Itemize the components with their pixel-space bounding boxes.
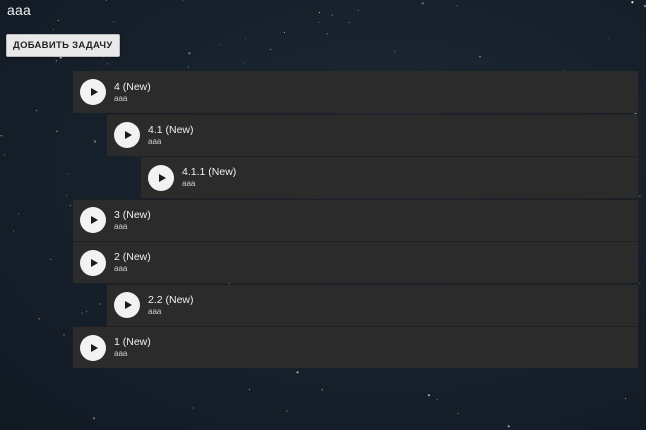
play-button[interactable] [80, 207, 106, 233]
task-description: aaa [182, 179, 196, 188]
play-icon [90, 216, 98, 224]
play-button[interactable] [114, 122, 140, 148]
task-row: 4.1.1 (New) aaa [141, 156, 638, 198]
task-row: 4.1 (New) aaa [107, 113, 638, 156]
play-icon [124, 301, 132, 309]
task-text: 1 (New) aaa [114, 336, 151, 359]
task-text: 4.1.1 (New) aaa [182, 166, 236, 189]
page-title: aaa [7, 2, 31, 18]
task-title: 4.1.1 (New) [182, 166, 237, 178]
play-icon [90, 258, 98, 267]
play-button[interactable] [114, 292, 140, 318]
task-description: aaa [114, 221, 128, 231]
add-task-button[interactable]: ДОБАВИТЬ ЗАДАЧУ [6, 34, 120, 57]
task-title: 4.1 (New) [148, 123, 194, 136]
play-icon [90, 343, 98, 352]
task-text: 2 (New) aaa [114, 251, 151, 274]
play-icon [90, 88, 98, 96]
task-text: 4 (New) aaa [114, 81, 151, 104]
task-text: 4.1 (New) aaa [148, 124, 194, 147]
task-row: 4 (New) aaa [73, 71, 638, 113]
task-title: 1 (New) [114, 336, 151, 348]
task-title: 3 (New) [114, 208, 151, 221]
task-description: aaa [148, 306, 162, 316]
task-description: aaa [114, 264, 128, 273]
task-text: 2.2 (New) aaa [148, 294, 194, 317]
play-icon [124, 131, 132, 139]
task-text: 3 (New) aaa [114, 209, 151, 232]
play-icon [158, 173, 166, 182]
task-row: 3 (New) aaa [73, 198, 638, 241]
task-title: 2.2 (New) [148, 293, 194, 306]
task-row: 2 (New) aaa [73, 241, 638, 283]
play-button[interactable] [80, 79, 106, 105]
task-title: 2 (New) [114, 251, 151, 263]
task-row: 1 (New) aaa [73, 326, 638, 368]
task-row: 2.2 (New) aaa [107, 283, 638, 326]
task-list: 4 (New) aaa 4.1 (New) aaa 4.1.1 (New) aa… [73, 71, 638, 369]
play-button[interactable] [80, 334, 106, 361]
task-description: aaa [114, 349, 128, 358]
play-button[interactable] [148, 164, 174, 191]
play-button[interactable] [80, 249, 106, 276]
task-title: 4 (New) [114, 80, 151, 93]
task-description: aaa [114, 93, 128, 103]
task-description: aaa [148, 136, 162, 146]
